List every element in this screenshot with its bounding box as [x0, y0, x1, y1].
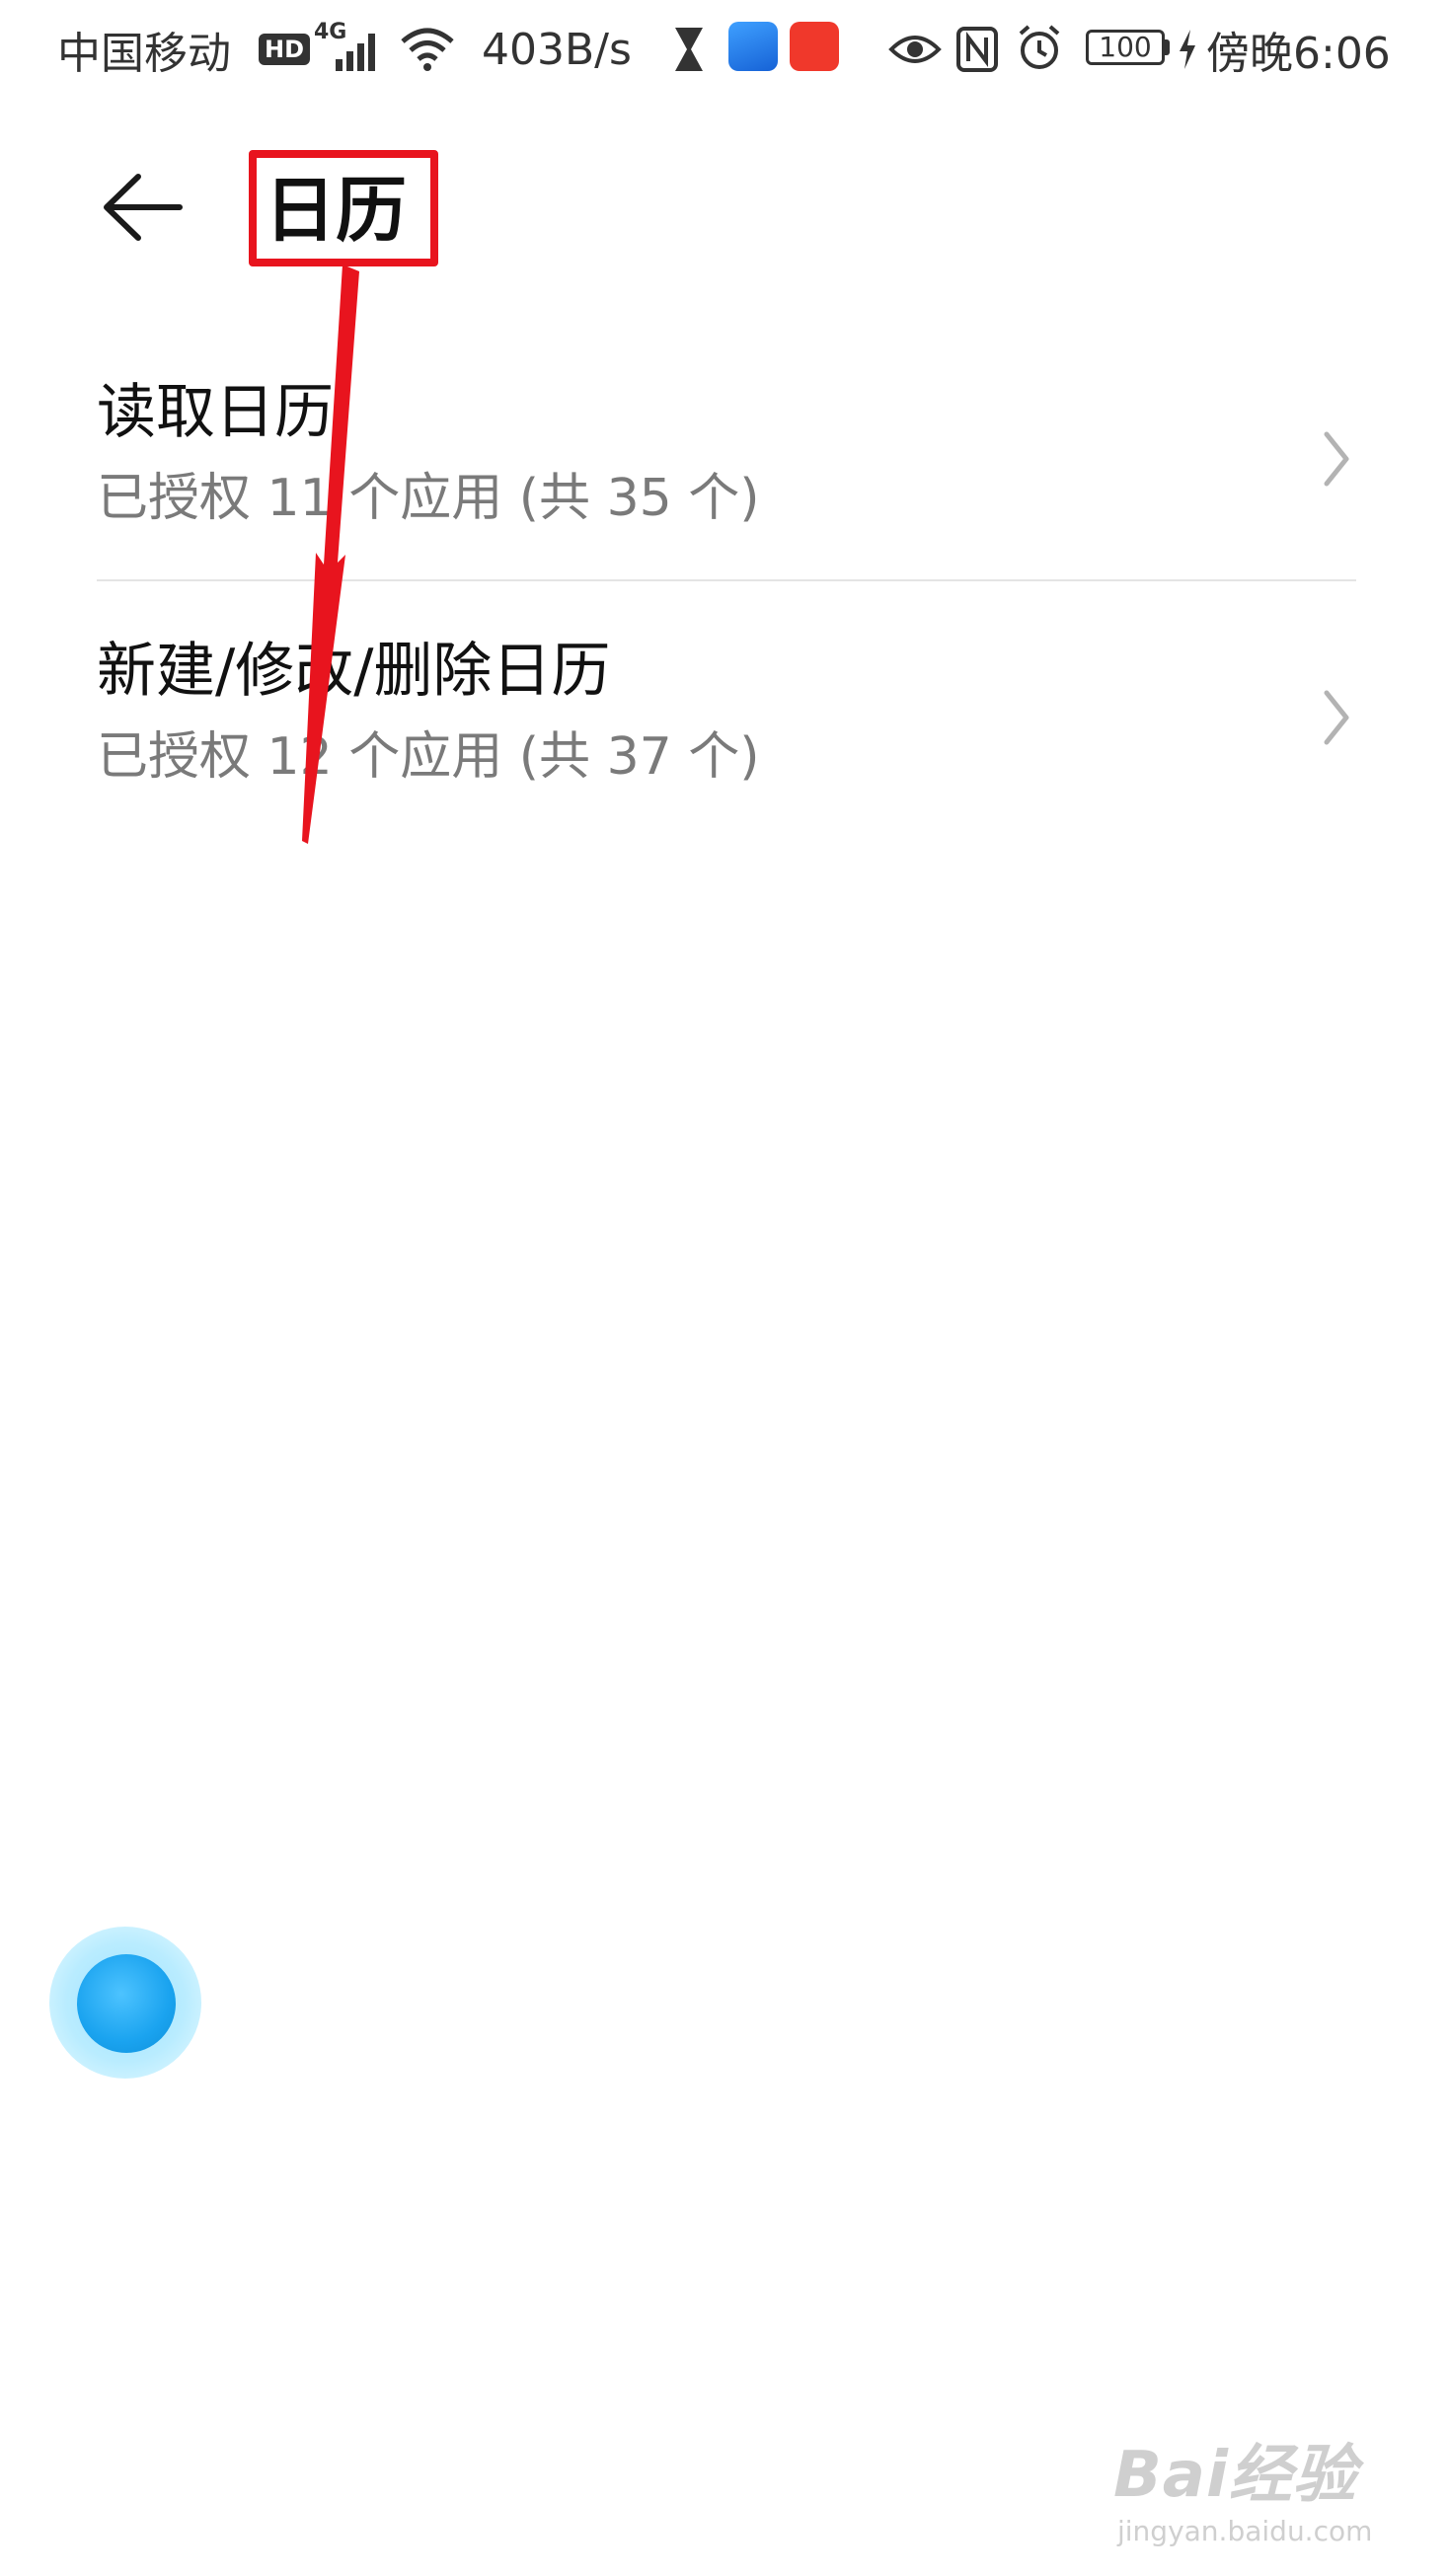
- clock-time: 傍晚6:06: [1206, 29, 1391, 79]
- item-subtitle: 已授权 11 个应用 (共 35 个): [97, 469, 760, 528]
- back-arrow-icon[interactable]: [99, 163, 188, 252]
- eye-comfort-icon: [888, 36, 942, 63]
- status-bar: 中国移动 HD 4G 403B/s 100 傍晚6:06: [0, 0, 1449, 99]
- list-item-read-calendar[interactable]: 读取日历 已授权 11 个应用 (共 35 个): [97, 355, 1356, 602]
- watermark-brand: Bai经验: [1113, 2439, 1357, 2512]
- item-title: 读取日历: [97, 378, 334, 447]
- alarm-icon: [1019, 25, 1060, 69]
- baidu-watermark: Bai经验 jingyan.baidu.com: [1113, 2438, 1390, 2556]
- hd-icon: HD: [259, 34, 311, 65]
- chevron-right-icon: [1324, 431, 1349, 487]
- network-speed: 403B/s: [482, 24, 632, 75]
- divider: [97, 579, 1356, 581]
- chevron-right-icon: [1324, 690, 1349, 745]
- signal-icon: [336, 34, 375, 71]
- carrier-label: 中国移动: [57, 29, 231, 79]
- nfc-icon: [956, 27, 998, 72]
- app-notification-icon: [728, 22, 778, 71]
- item-title: 新建/修改/删除日历: [97, 637, 611, 706]
- annotation-highlight-box: [249, 150, 438, 266]
- floating-ball-core[interactable]: [77, 1954, 176, 2053]
- charging-icon: [1180, 30, 1195, 69]
- wifi-icon: [401, 28, 454, 71]
- battery-icon: 100: [1086, 30, 1165, 65]
- list-item-edit-calendar[interactable]: 新建/修改/删除日历 已授权 12 个应用 (共 37 个): [97, 614, 1356, 861]
- hourglass-icon: [675, 28, 703, 71]
- item-subtitle: 已授权 12 个应用 (共 37 个): [97, 727, 760, 787]
- video-app-icon: [790, 22, 839, 71]
- watermark-url: jingyan.baidu.com: [1117, 2515, 1373, 2547]
